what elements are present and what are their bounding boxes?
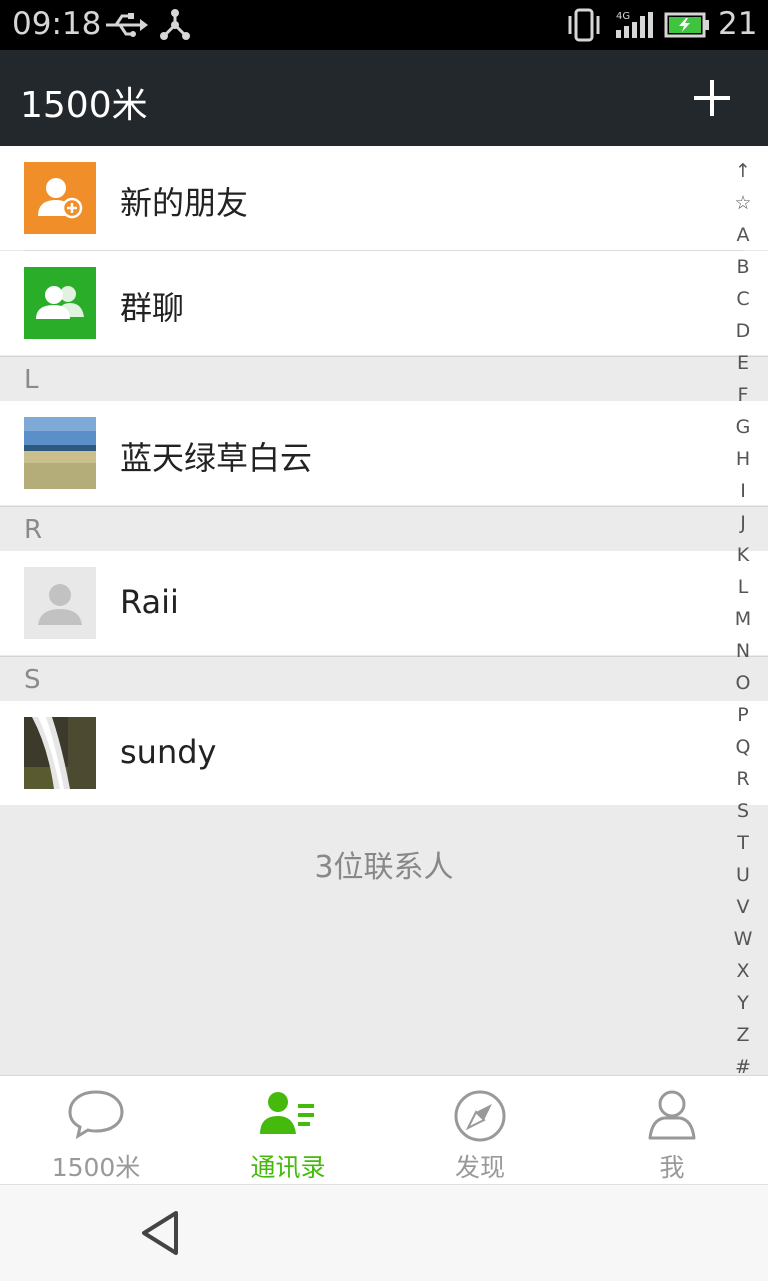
chat-bubble-icon [64,1082,128,1146]
contact-count: 3位联系人 [314,850,454,885]
index-letter[interactable]: R [728,763,758,795]
contact-avatar [24,717,96,789]
add-button[interactable] [688,74,736,122]
tab-label: 通讯录 [250,1153,326,1182]
contacts-icon [256,1082,320,1146]
status-bar: 09:18 4G 21 [0,0,768,50]
signal-4g-icon: 4G [614,10,654,44]
usb-icon [104,10,148,44]
tab-label: 发现 [454,1153,505,1182]
bottom-nav: 1500米 通讯录 发现 我 [0,1075,768,1185]
index-letter[interactable]: F [728,379,758,411]
contact-name: 蓝天绿草白云 [120,439,313,477]
title-bar: 1500米 [0,50,768,146]
section-header-l: L [0,356,768,401]
index-letter[interactable]: I [728,475,758,507]
tab-discover[interactable]: 发现 [384,1076,576,1185]
page-title: 1500米 [20,85,148,126]
new-friend-icon [24,162,96,234]
index-letter[interactable]: ☆ [728,187,758,219]
section-header-s: S [0,656,768,701]
section-letter: R [24,515,43,545]
system-nav-bar [0,1184,768,1281]
index-letter[interactable]: E [728,347,758,379]
person-icon [640,1082,704,1146]
default-avatar-icon [24,567,96,639]
index-letter[interactable]: T [728,827,758,859]
section-letter: S [24,665,41,695]
contact-row[interactable]: 蓝天绿草白云 [0,401,768,505]
tab-label: 我 [659,1153,685,1182]
battery-level: 21 [718,6,758,42]
index-letter[interactable]: P [728,699,758,731]
index-letter[interactable]: X [728,955,758,987]
index-letter[interactable]: Z [728,1019,758,1051]
index-letter[interactable]: N [728,635,758,667]
section-header-r: R [0,506,768,551]
svg-text:4G: 4G [616,11,630,22]
contact-row[interactable]: sundy [0,701,768,805]
index-letter[interactable]: K [728,539,758,571]
back-button[interactable] [136,1209,184,1257]
tab-me[interactable]: 我 [576,1076,768,1185]
index-letter[interactable]: U [728,859,758,891]
alphabet-index[interactable]: ↑ ☆ A B C D E F G H I J K L M N O P Q R S T U V W X Y Z # [728,155,758,1083]
index-letter[interactable]: L [728,571,758,603]
back-triangle-icon [142,1211,178,1255]
index-letter[interactable]: V [728,891,758,923]
vibrate-icon [566,8,602,46]
plus-icon [694,80,730,116]
tab-contacts[interactable]: 通讯录 [192,1076,384,1185]
index-letter[interactable]: H [728,443,758,475]
index-letter[interactable]: A [728,219,758,251]
contact-row[interactable]: Raii [0,551,768,655]
index-letter[interactable]: O [728,667,758,699]
index-letter[interactable]: Y [728,987,758,1019]
group-chat-label: 群聊 [120,289,185,327]
tab-label: 1500米 [51,1153,141,1182]
list-item-group-chat[interactable]: 群聊 [0,251,768,355]
contact-avatar [24,417,96,489]
status-time: 09:18 [12,6,102,42]
index-letter[interactable]: S [728,795,758,827]
tether-icon [158,8,192,46]
index-letter[interactable]: D [728,315,758,347]
index-letter[interactable]: ↑ [728,155,758,187]
section-letter: L [24,365,39,395]
index-letter[interactable]: W [728,923,758,955]
index-letter[interactable]: C [728,283,758,315]
battery-icon [664,12,710,42]
tab-chats[interactable]: 1500米 [0,1076,192,1185]
index-letter[interactable]: M [728,603,758,635]
list-item-new-friends[interactable]: 新的朋友 [0,146,768,250]
compass-icon [448,1082,512,1146]
group-chat-icon [24,267,96,339]
new-friends-label: 新的朋友 [120,184,249,222]
contact-name: sundy [120,733,217,771]
index-letter[interactable]: G [728,411,758,443]
contact-name: Raii [120,583,179,621]
index-letter[interactable]: B [728,251,758,283]
index-letter[interactable]: J [728,507,758,539]
index-letter[interactable]: Q [728,731,758,763]
